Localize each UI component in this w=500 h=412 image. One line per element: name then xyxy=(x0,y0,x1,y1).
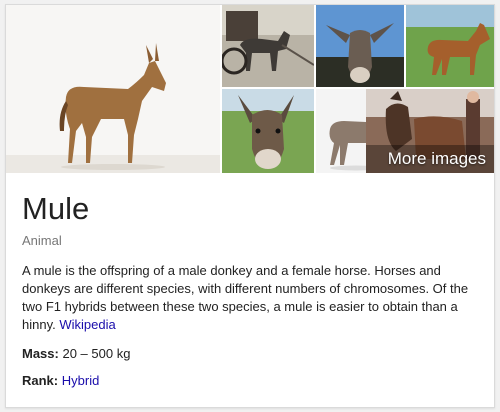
image-gallery: More images xyxy=(6,5,494,173)
fact-rank: Rank: Hybrid xyxy=(22,373,478,388)
donkey-face-photo xyxy=(222,89,314,173)
mule-standing-photo xyxy=(6,5,220,173)
wikipedia-link[interactable]: Wikipedia xyxy=(59,317,115,332)
panel-description: A mule is the offspring of a male donkey… xyxy=(22,262,478,334)
fact-label: Mass: xyxy=(22,346,59,361)
rank-link[interactable]: Hybrid xyxy=(62,373,100,388)
donkey-cart-photo xyxy=(222,5,314,87)
more-images-label: More images xyxy=(387,149,486,168)
gallery-image[interactable] xyxy=(406,5,494,87)
panel-info: Mule Animal A mule is the offspring of a… xyxy=(6,173,494,388)
more-images-button[interactable]: More images xyxy=(366,89,494,173)
fact-value: 20 – 500 kg xyxy=(62,346,131,361)
main-mule-image[interactable] xyxy=(6,5,220,173)
fact-mass: Mass: 20 – 500 kg xyxy=(22,346,478,361)
gallery-image[interactable] xyxy=(222,5,314,87)
donkey-head-sky-photo xyxy=(316,5,404,87)
panel-subtitle: Animal xyxy=(22,233,62,248)
mule-grass-photo xyxy=(406,5,494,87)
knowledge-panel: More images Mule Animal A mule is the of… xyxy=(5,4,495,408)
gallery-image[interactable] xyxy=(222,89,314,173)
fact-label: Rank: xyxy=(22,373,59,388)
panel-title: Mule xyxy=(22,191,90,226)
gallery-image[interactable] xyxy=(316,5,404,87)
